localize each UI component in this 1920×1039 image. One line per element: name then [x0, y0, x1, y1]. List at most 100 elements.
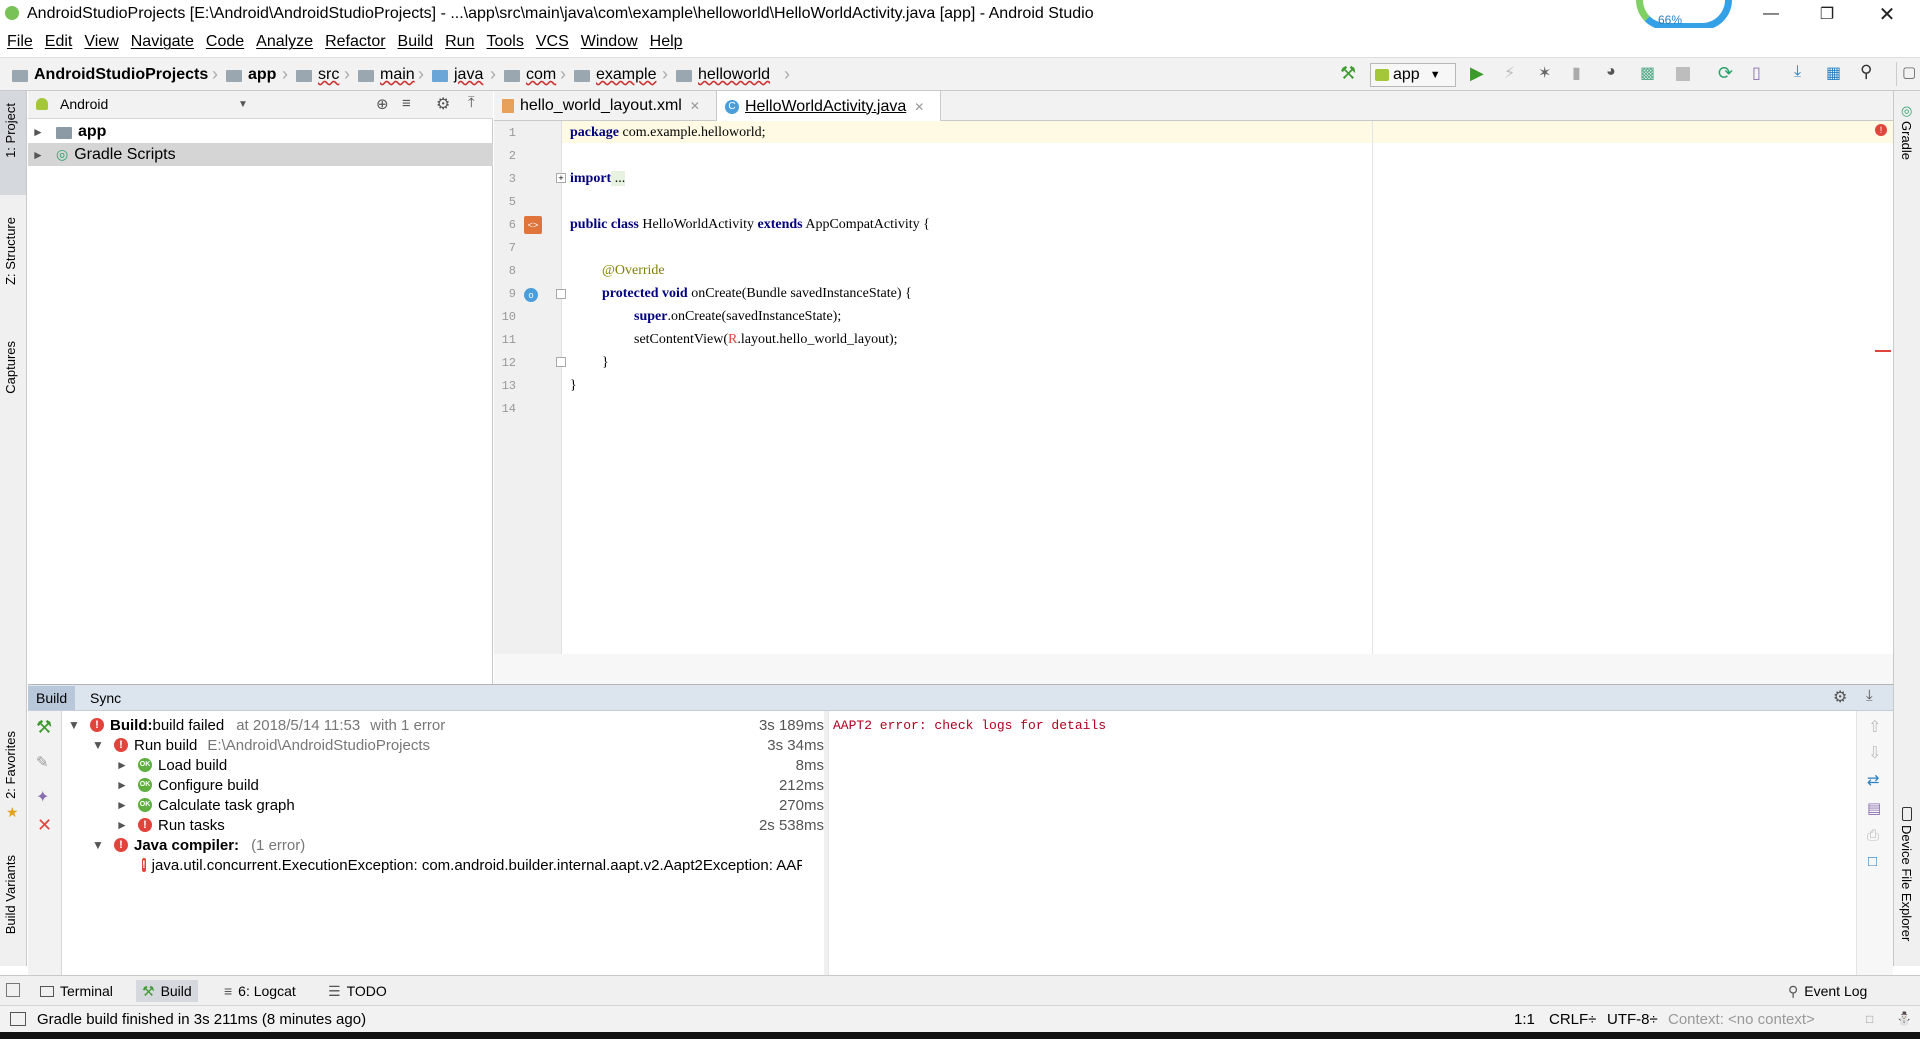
- tab-todo[interactable]: ☰ TODO: [322, 980, 393, 1002]
- breadcrumb-project[interactable]: AndroidStudioProjects: [12, 66, 208, 84]
- close-button[interactable]: ✕: [1864, 0, 1910, 28]
- hide-panel-icon[interactable]: ⤓: [1866, 687, 1873, 704]
- build-row-exception[interactable]: ! java.util.concurrent.ExecutionExceptio…: [142, 855, 802, 875]
- soft-wrap-icon[interactable]: ⇄: [1867, 771, 1880, 789]
- lock-icon[interactable]: □: [1866, 1012, 1873, 1026]
- code-line-1[interactable]: package com.example.helloworld;: [570, 125, 766, 141]
- structure-tool-tab[interactable]: Z: Structure: [3, 217, 18, 285]
- gradle-tool-tab[interactable]: Gradle: [1899, 121, 1914, 160]
- chevron-down-icon[interactable]: ▼: [92, 838, 108, 852]
- build-row-configure-build[interactable]: ► OK Configure build: [116, 775, 259, 795]
- menu-view[interactable]: View: [84, 33, 118, 51]
- status-toggle-icon[interactable]: [10, 1012, 26, 1026]
- inspector-icon[interactable]: ⛄: [1896, 1011, 1912, 1027]
- build-row-root[interactable]: ▼ ! Build: build failed at 2018/5/14 11:…: [68, 715, 445, 735]
- folded-import-text[interactable]: ...: [611, 171, 626, 186]
- chevron-right-icon[interactable]: ►: [116, 798, 132, 812]
- line-separator[interactable]: CRLF÷: [1549, 1011, 1596, 1028]
- device-file-explorer-tab[interactable]: Device File Explorer: [1899, 825, 1914, 941]
- tab-logcat[interactable]: ≡ 6: Logcat: [218, 980, 302, 1002]
- hide-panel-icon[interactable]: ⤒: [468, 94, 475, 111]
- chevron-right-icon[interactable]: ►: [116, 778, 132, 792]
- breadcrumb-main[interactable]: main: [358, 66, 415, 84]
- chevron-right-icon[interactable]: ►: [32, 148, 48, 162]
- tree-item-app[interactable]: ► app: [28, 120, 493, 143]
- menu-window[interactable]: Window: [581, 33, 638, 51]
- tab-terminal[interactable]: Terminal: [34, 980, 119, 1002]
- layout-link-icon[interactable]: <>: [524, 216, 542, 234]
- breadcrumb-src[interactable]: src: [296, 66, 339, 84]
- chevron-right-icon[interactable]: ►: [116, 818, 132, 832]
- arrow-down-icon[interactable]: ⇩: [1868, 743, 1881, 763]
- tab-build[interactable]: Build: [28, 686, 76, 710]
- tree-item-gradle-scripts[interactable]: ► ◎ Gradle Scripts: [28, 143, 493, 166]
- tab-build-bottom[interactable]: ⚒ Build: [136, 980, 198, 1002]
- build-row-calculate-task-graph[interactable]: ► OK Calculate task graph: [116, 795, 295, 815]
- project-structure-icon[interactable]: ▦: [1826, 63, 1846, 82]
- menu-code[interactable]: Code: [206, 33, 244, 51]
- file-encoding[interactable]: UTF-8÷: [1607, 1011, 1658, 1028]
- code-line-3[interactable]: import ...: [570, 171, 626, 187]
- run-icon[interactable]: ▶: [1470, 63, 1490, 83]
- code-line-6[interactable]: public class HelloWorldActivity extends …: [570, 217, 930, 233]
- ide-panel-icon[interactable]: ▢: [1902, 63, 1920, 81]
- menu-help[interactable]: Help: [650, 33, 683, 51]
- error-stripe-mark[interactable]: [1875, 350, 1891, 352]
- menu-refactor[interactable]: Refactor: [325, 33, 385, 51]
- code-line-11[interactable]: setContentView(R.layout.hello_world_layo…: [634, 332, 898, 348]
- debug-icon[interactable]: ✶: [1538, 63, 1558, 82]
- favorites-tool-tab[interactable]: 2: Favorites: [3, 731, 18, 799]
- stop-icon[interactable]: [1676, 67, 1690, 81]
- menu-run[interactable]: Run: [445, 33, 474, 51]
- minimize-button[interactable]: —: [1748, 0, 1794, 28]
- build-row-run-build[interactable]: ▼ ! Run build E:\Android\AndroidStudioPr…: [92, 735, 430, 755]
- avd-manager-icon[interactable]: ▯: [1752, 63, 1772, 82]
- tab-hello-world-layout[interactable]: hello_world_layout.xml ✕: [494, 91, 714, 121]
- code-line-9[interactable]: protected void onCreate(Bundle savedInst…: [602, 286, 912, 302]
- console-error-text[interactable]: AAPT2 error: check logs for details: [833, 718, 1106, 733]
- menu-build[interactable]: Build: [398, 33, 434, 51]
- sync-gradle-icon[interactable]: ⟳: [1718, 63, 1738, 83]
- menu-tools[interactable]: Tools: [486, 33, 523, 51]
- apk-analyze-icon[interactable]: ▩: [1640, 63, 1660, 82]
- build-row-load-build[interactable]: ► OK Load build: [116, 755, 227, 775]
- captures-tool-tab[interactable]: Captures: [3, 341, 18, 394]
- status-message[interactable]: Gradle build finished in 3s 211ms (8 min…: [37, 1011, 366, 1028]
- breadcrumb-app[interactable]: app: [226, 66, 276, 84]
- override-marker-icon[interactable]: o: [524, 288, 538, 302]
- print-icon[interactable]: ⎙: [1867, 827, 1879, 844]
- scroll-to-end-icon[interactable]: ▤: [1867, 799, 1881, 817]
- menu-vcs[interactable]: VCS: [536, 33, 569, 51]
- rebuild-hammer-icon[interactable]: ⚒: [36, 717, 52, 738]
- run-config-select[interactable]: app ▼: [1370, 63, 1456, 87]
- fold-end-icon[interactable]: [556, 357, 566, 367]
- apply-changes-icon[interactable]: ⚡: [1504, 63, 1524, 82]
- fold-collapse-icon[interactable]: [556, 289, 566, 299]
- caret-position[interactable]: 1:1: [1514, 1011, 1535, 1028]
- error-stripe-icon[interactable]: !: [1875, 124, 1887, 136]
- code-line-13[interactable]: }: [570, 378, 577, 394]
- profile-icon[interactable]: ◕: [1606, 63, 1626, 81]
- menu-edit[interactable]: Edit: [45, 33, 73, 51]
- menu-analyze[interactable]: Analyze: [256, 33, 313, 51]
- gear-icon[interactable]: ⚙: [1833, 687, 1847, 707]
- chevron-down-icon[interactable]: ▼: [238, 99, 248, 110]
- toggle-view-icon[interactable]: ✎: [36, 753, 49, 771]
- code-line-8[interactable]: @Override: [602, 263, 665, 279]
- attach-debugger-icon[interactable]: ▮: [1572, 63, 1592, 82]
- breadcrumb-java[interactable]: java: [432, 66, 483, 84]
- chevron-down-icon[interactable]: ▼: [68, 718, 84, 732]
- make-project-hammer-icon[interactable]: ⚒: [1340, 63, 1360, 83]
- tab-event-log[interactable]: ⚲ Event Log: [1782, 980, 1873, 1002]
- breadcrumb-example[interactable]: example: [574, 66, 656, 84]
- breadcrumb-com[interactable]: com: [504, 66, 556, 84]
- build-row-run-tasks[interactable]: ► ! Run tasks: [116, 815, 225, 835]
- tab-sync[interactable]: Sync: [82, 686, 129, 710]
- tab-hello-world-activity[interactable]: C HelloWorldActivity.java ✕: [716, 91, 941, 122]
- build-row-java-compiler[interactable]: ▼ ! Java compiler: (1 error): [92, 835, 305, 855]
- close-icon[interactable]: ✕: [690, 99, 700, 113]
- pin-icon[interactable]: ✦: [36, 787, 49, 807]
- restore-button[interactable]: ❐: [1804, 0, 1850, 28]
- arrow-up-icon[interactable]: ⇧: [1868, 717, 1881, 737]
- trash-icon[interactable]: □: [1868, 853, 1877, 870]
